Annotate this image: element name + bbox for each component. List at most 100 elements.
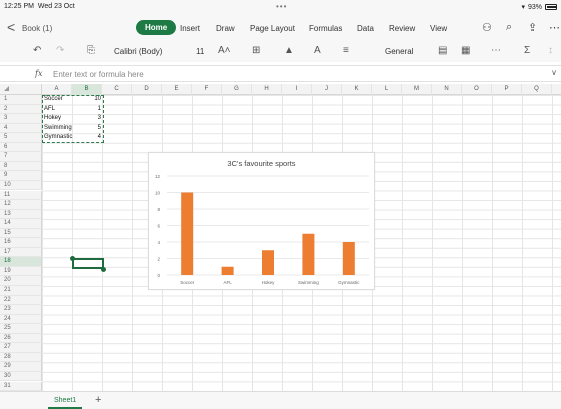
align-icon[interactable]: ≡	[343, 45, 349, 56]
row-header-22[interactable]: 22	[0, 295, 42, 306]
column-header-f[interactable]: F	[192, 84, 222, 95]
tab-page-layout[interactable]: Page Layout	[250, 24, 295, 33]
row-header-10[interactable]: 10	[0, 180, 42, 191]
row-header-29[interactable]: 29	[0, 362, 42, 372]
borders-icon[interactable]: ⊞	[252, 45, 260, 56]
row-header-8[interactable]: 8	[0, 161, 42, 172]
font-size-icon[interactable]: A˄	[218, 45, 231, 56]
row-header-26[interactable]: 26	[0, 333, 42, 344]
column-header-c[interactable]: C	[102, 84, 132, 95]
row-header-24[interactable]: 24	[0, 314, 42, 325]
row-header-18[interactable]: 18	[0, 257, 42, 267]
tab-insert[interactable]: Insert	[180, 24, 200, 33]
row-header-15[interactable]: 15	[0, 228, 42, 239]
sort-icon[interactable]: ↕	[548, 45, 553, 56]
undo-icon[interactable]: ↶	[33, 45, 41, 56]
column-header-e[interactable]: E	[162, 84, 192, 95]
column-header-k[interactable]: K	[342, 84, 372, 95]
format-icon[interactable]: ▤	[438, 45, 447, 56]
column-header-m[interactable]: M	[402, 84, 432, 95]
bar-afl[interactable]	[221, 266, 234, 275]
row-header-6[interactable]: 6	[0, 142, 42, 153]
tab-home[interactable]: Home	[136, 20, 177, 35]
fill-color-icon[interactable]: ▲	[284, 45, 294, 56]
formula-input[interactable]: Enter text or formula here	[53, 70, 144, 79]
y-tick-label: 6	[157, 224, 160, 229]
share-icon[interactable]: ⇪	[528, 21, 537, 34]
clipboard-icon[interactable]: ⎘	[87, 45, 95, 56]
battery-fill	[547, 6, 557, 8]
row-header-1[interactable]: 1	[0, 95, 42, 105]
column-header-j[interactable]: J	[312, 84, 342, 95]
row-header-23[interactable]: 23	[0, 305, 42, 315]
multitasking-dots[interactable]: •••	[276, 2, 287, 11]
redo-icon[interactable]: ↷	[56, 45, 64, 56]
tab-review[interactable]: Review	[389, 24, 415, 33]
bar-chart[interactable]: 3C's favourite sports 0 2 4 6 8 10 12 Soccer AFL…	[148, 152, 375, 290]
bar-swimming[interactable]	[302, 233, 315, 275]
column-header-q[interactable]: Q	[522, 84, 552, 95]
add-sheet-button[interactable]: +	[95, 394, 101, 406]
row-header-14[interactable]: 14	[0, 219, 42, 229]
back-icon[interactable]: <	[7, 20, 15, 34]
row-header-25[interactable]: 25	[0, 324, 42, 334]
bar-soccer[interactable]	[181, 192, 194, 276]
row-header-21[interactable]: 21	[0, 286, 42, 296]
search-icon[interactable]: ⌕	[506, 21, 512, 34]
y-tick-label: 12	[155, 174, 161, 179]
column-header-a[interactable]: A	[42, 84, 72, 95]
lightbulb-icon[interactable]: ⚇	[482, 21, 492, 34]
row-header-19[interactable]: 19	[0, 266, 42, 277]
row-header-16[interactable]: 16	[0, 238, 42, 248]
row-header-12[interactable]: 12	[0, 200, 42, 210]
status-right: ▾ 93%	[521, 3, 557, 11]
column-header-o[interactable]: O	[462, 84, 492, 95]
sheet-tab-sheet1[interactable]: Sheet1	[48, 392, 83, 409]
column-header-d[interactable]: D	[132, 84, 162, 95]
tab-data[interactable]: Data	[357, 24, 374, 33]
row-header-11[interactable]: 11	[0, 190, 42, 201]
row-header-5[interactable]: 5	[0, 133, 42, 143]
column-header-p[interactable]: P	[492, 84, 522, 95]
row-header-31[interactable]: 31	[0, 381, 42, 392]
y-tick-label: 10	[155, 191, 161, 196]
row-header-27[interactable]: 27	[0, 343, 42, 353]
row-header-3[interactable]: 3	[0, 114, 42, 124]
row-header-13[interactable]: 13	[0, 209, 42, 220]
row-header-4[interactable]: 4	[0, 123, 42, 134]
select-all-icon	[4, 86, 9, 91]
chevron-down-icon[interactable]: ∨	[551, 68, 557, 77]
row-header-7[interactable]: 7	[0, 152, 42, 162]
column-header-n[interactable]: N	[432, 84, 462, 95]
table-icon[interactable]: ▦	[461, 45, 470, 56]
tab-draw[interactable]: Draw	[216, 24, 235, 33]
selected-range[interactable]	[72, 258, 104, 269]
select-all-corner[interactable]	[0, 84, 42, 95]
more-icon[interactable]: ⋯	[549, 21, 560, 34]
tab-formulas[interactable]: Formulas	[309, 24, 342, 33]
row-header-17[interactable]: 17	[0, 247, 42, 258]
document-title[interactable]: Book (1)	[22, 24, 52, 33]
column-header-h[interactable]: H	[252, 84, 282, 95]
selection-handle-start[interactable]	[70, 256, 75, 261]
column-header-b[interactable]: B	[72, 84, 102, 95]
row-header-30[interactable]: 30	[0, 371, 42, 382]
row-header-2[interactable]: 2	[0, 104, 42, 115]
bar-hokey[interactable]	[262, 250, 274, 275]
column-header-l[interactable]: L	[372, 84, 402, 95]
autosum-icon[interactable]: Σ	[524, 45, 530, 56]
row-header-20[interactable]: 20	[0, 276, 42, 286]
column-header-g[interactable]: G	[222, 84, 252, 95]
bar-gymnastic[interactable]	[342, 242, 355, 275]
font-color-icon[interactable]: A	[314, 45, 321, 56]
selection-handle-end[interactable]	[101, 267, 106, 272]
font-name-dropdown[interactable]: Calibri (Body)	[114, 47, 162, 56]
row-header-28[interactable]: 28	[0, 352, 42, 363]
toolbar-more-icon[interactable]: ⋯	[491, 45, 501, 56]
font-size-dropdown[interactable]: 11	[196, 47, 204, 56]
row-header-9[interactable]: 9	[0, 171, 42, 181]
number-format-dropdown[interactable]: General	[385, 47, 413, 56]
column-header-i[interactable]: I	[282, 84, 312, 95]
tab-view[interactable]: View	[430, 24, 447, 33]
status-date: Wed 23 Oct	[37, 3, 75, 10]
